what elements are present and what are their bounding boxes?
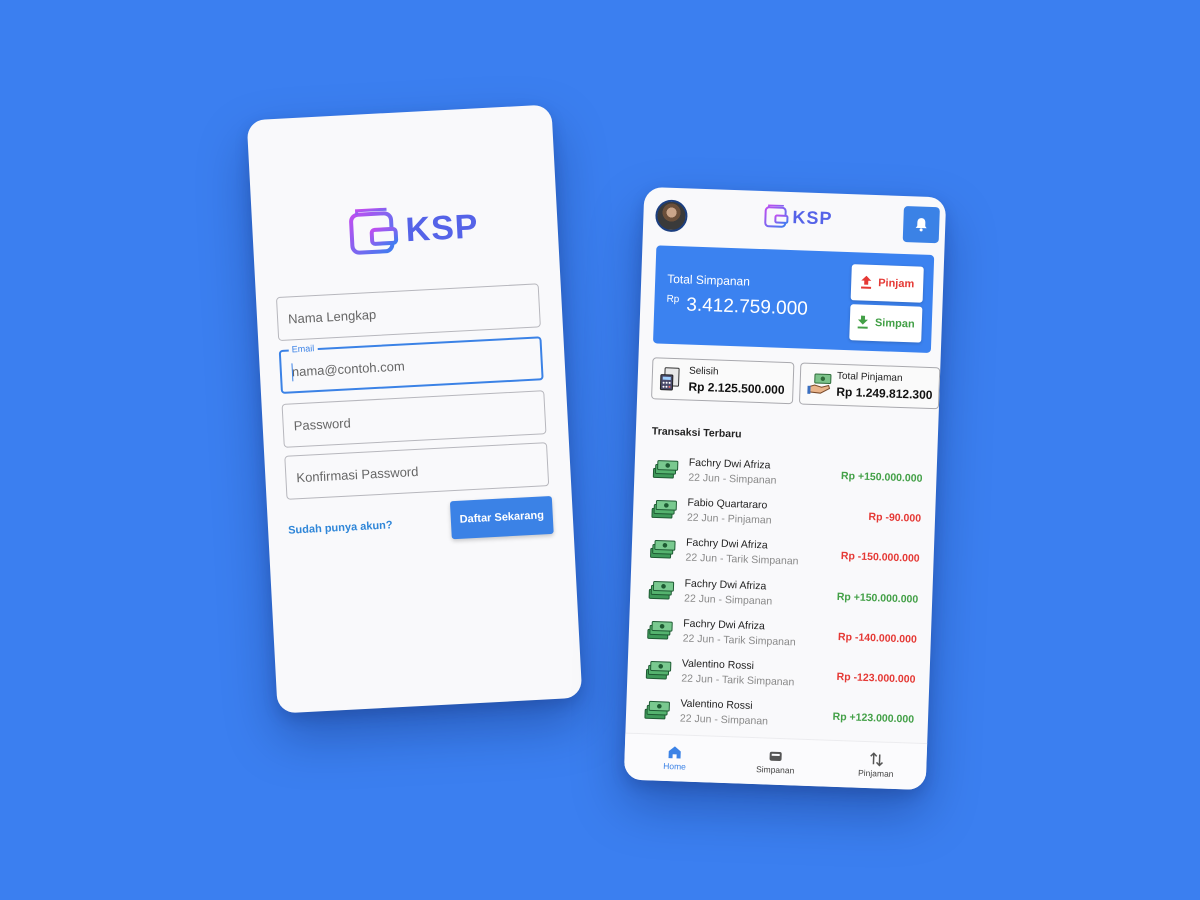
total-savings-card: Total Simpanan Rp 3.412.759.000 Pinjam S… [652, 245, 935, 354]
hand-money-icon [807, 373, 832, 394]
email-field-label: Email [288, 343, 318, 355]
cash-icon [648, 580, 675, 600]
full-name-input[interactable] [277, 284, 540, 340]
difference-value: Rp 2.125.500.000 [688, 379, 785, 397]
transaction-name: Fachry Dwi Afriza [683, 617, 766, 633]
notification-button[interactable] [902, 205, 940, 244]
borrow-button[interactable]: Pinjam [850, 264, 924, 303]
avatar[interactable] [654, 199, 688, 233]
save-button-label: Simpan [874, 317, 915, 331]
nav-label: Home [663, 760, 687, 772]
cash-icon [652, 460, 679, 479]
total-loans-card[interactable]: Total Pinjaman Rp 1.249.812.300 [798, 362, 941, 410]
difference-label: Selisih [688, 365, 719, 378]
transaction-amount: Rp +150.000.000 [840, 469, 923, 485]
transaction-meta: 22 Jun - Tarik Simpanan [682, 632, 796, 649]
transaction-amount: Rp -123.000.000 [836, 670, 916, 686]
transaction-name: Fachry Dwi Afriza [688, 456, 771, 472]
transaction-amount: Rp +150.000.000 [836, 590, 919, 606]
app-logo: KSP [346, 200, 479, 259]
app-logo-small: KSP [763, 203, 833, 231]
password-field[interactable] [281, 390, 547, 448]
difference-card[interactable]: Selisih Rp 2.125.500.000 [651, 357, 795, 405]
register-screen: KSP Email Sudah punya akun? Daftar Sekar… [246, 104, 583, 714]
transaction-name: Valentino Rossi [680, 697, 753, 713]
bell-icon [915, 218, 927, 232]
recent-transactions-title: Transaksi Terbaru [651, 425, 742, 441]
email-input[interactable] [280, 338, 542, 392]
balance-currency: Rp [666, 293, 680, 306]
nav-home[interactable]: Home [624, 734, 726, 783]
cash-icon [645, 660, 672, 680]
transaction-amount: Rp +123.000.000 [832, 710, 915, 726]
transaction-list: Fachry Dwi Afriza 22 Jun - Simpanan Rp +15… [637, 451, 931, 742]
transaction-meta: 22 Jun - Pinjaman [686, 511, 772, 527]
transaction-meta: 22 Jun - Simpanan [679, 712, 769, 728]
transaction-meta: 22 Jun - Tarik Simpanan [681, 672, 795, 689]
email-field[interactable]: Email [278, 336, 544, 394]
transaction-amount: Rp -150.000.000 [840, 550, 920, 566]
nav-label: Simpanan [755, 764, 795, 776]
confirm-password-field[interactable] [284, 442, 550, 500]
balance-title: Total Simpanan [667, 271, 751, 289]
transaction-name: Fachry Dwi Afriza [685, 536, 768, 552]
total-loans-label: Total Pinjaman [836, 370, 903, 385]
transfer-icon [869, 752, 883, 767]
home-icon [668, 746, 682, 759]
nav-label: Pinjaman [857, 767, 894, 779]
transaction-amount: Rp -90.000 [868, 511, 922, 525]
borrow-button-label: Pinjam [877, 277, 915, 291]
cash-icon [644, 701, 670, 720]
transaction-meta: 22 Jun - Simpanan [688, 471, 777, 487]
total-loans-value: Rp 1.249.812.300 [836, 384, 933, 403]
transaction-name: Valentino Rossi [681, 657, 755, 672]
home-screen: KSP Total Simpanan Rp 3.412.759.000 Pinj… [623, 186, 947, 791]
transaction-amount: Rp -140.000.000 [837, 630, 918, 646]
password-input[interactable] [282, 391, 546, 447]
save-button[interactable]: Simpan [849, 304, 923, 343]
transaction-meta: 22 Jun - Simpanan [683, 592, 773, 608]
balance-amount: 3.412.759.000 [685, 294, 809, 320]
cash-icon [647, 620, 673, 640]
transaction-meta: 22 Jun - Tarik Simpanan [685, 551, 799, 568]
brand-name: KSP [404, 206, 480, 249]
nav-pinjaman[interactable]: Pinjaman [825, 741, 927, 790]
cash-icon [650, 540, 676, 559]
transaction-name: Fabio Quartararo [687, 496, 768, 512]
wallet-logo-icon [764, 204, 789, 228]
brand-name: KSP [792, 206, 833, 228]
wallet-logo-icon [349, 207, 399, 255]
calculator-icon [659, 367, 680, 391]
register-button[interactable]: Daftar Sekarang [449, 495, 554, 540]
full-name-field[interactable] [275, 283, 541, 342]
nav-simpanan[interactable]: Simpanan [724, 737, 826, 786]
download-icon [857, 315, 869, 329]
transaction-name: Fachry Dwi Afriza [684, 577, 767, 592]
upload-icon [860, 275, 872, 289]
confirm-password-input[interactable] [285, 443, 549, 499]
bottom-navigation: Home Simpanan Pinjaman [623, 732, 928, 791]
wallet-icon [769, 751, 782, 761]
cash-icon [651, 500, 677, 519]
login-link[interactable]: Sudah punya akun? [288, 519, 393, 536]
